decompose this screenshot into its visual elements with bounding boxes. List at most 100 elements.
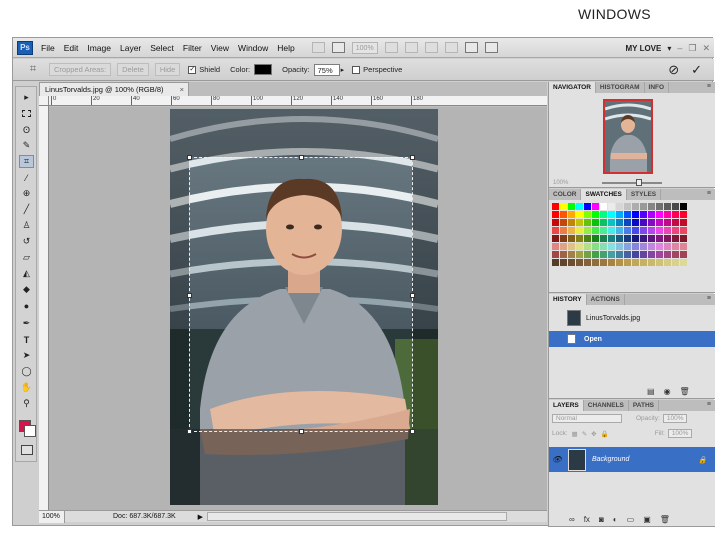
fill-field[interactable]: 100%	[667, 429, 693, 438]
color-swatch[interactable]	[600, 203, 607, 210]
layer-opacity-field[interactable]: 100%	[662, 414, 688, 423]
color-swatch[interactable]	[584, 243, 591, 250]
shape-icon[interactable]: ◯	[19, 365, 34, 378]
history-snapshot[interactable]: LinusTorvalds.jpg	[549, 310, 715, 326]
document-tab[interactable]: LinusTorvalds.jpg @ 100% (RGB/8) ×	[39, 82, 189, 96]
color-swatch[interactable]	[584, 203, 591, 210]
shield-opacity-field[interactable]: 75%	[313, 63, 340, 76]
cancel-crop-button[interactable]: ⊘	[668, 62, 679, 78]
color-swatch[interactable]	[640, 259, 647, 266]
lock-pixels-icon[interactable]: ✎	[582, 430, 587, 438]
new-group-icon[interactable]: ▭	[627, 515, 635, 524]
move-icon[interactable]: ▸	[19, 91, 34, 104]
crop-tool-preset-icon[interactable]: ⌗	[23, 62, 43, 78]
hand-tool-icon[interactable]	[384, 42, 398, 53]
menu-file[interactable]: File	[41, 43, 55, 53]
delete-option[interactable]: Delete	[117, 63, 149, 76]
color-swatch[interactable]	[576, 259, 583, 266]
horizontal-ruler[interactable]: 0 20 40 60 80 100 120 140 160 180	[49, 96, 547, 106]
tab-styles[interactable]: STYLES	[627, 189, 662, 200]
color-swatch[interactable]	[568, 203, 575, 210]
color-swatch[interactable]	[648, 211, 655, 218]
color-swatch[interactable]	[640, 227, 647, 234]
perspective-checkbox[interactable]: Perspective	[352, 65, 402, 74]
color-swatch[interactable]	[632, 211, 639, 218]
blend-mode-dropdown[interactable]: Normal	[552, 414, 622, 423]
grid-icon[interactable]	[444, 42, 458, 53]
tab-layers[interactable]: LAYERS	[549, 400, 584, 411]
panel-menu-icon[interactable]: ≡	[707, 190, 711, 197]
snapshot-icon[interactable]: ◉	[664, 387, 671, 396]
color-swatch[interactable]	[664, 251, 671, 258]
color-swatch[interactable]	[552, 243, 559, 250]
color-swatch[interactable]	[608, 243, 615, 250]
restore-button[interactable]: ❐	[688, 43, 696, 54]
status-zoom-field[interactable]: 100%	[39, 510, 65, 523]
menu-layer[interactable]: Layer	[120, 43, 141, 53]
color-swatch[interactable]	[632, 251, 639, 258]
color-swatch[interactable]	[680, 203, 687, 210]
color-swatch[interactable]	[608, 211, 615, 218]
color-swatch[interactable]	[664, 219, 671, 226]
color-swatch[interactable]	[592, 219, 599, 226]
color-swatch[interactable]	[552, 235, 559, 242]
color-swatch[interactable]	[672, 219, 679, 226]
status-menu-arrow[interactable]: ▶	[198, 513, 203, 521]
tab-actions[interactable]: ACTIONS	[587, 294, 625, 305]
layer-background[interactable]: 👁 Background 🔒	[549, 447, 715, 472]
tab-paths[interactable]: PATHS	[629, 400, 659, 411]
color-swatch[interactable]	[616, 211, 623, 218]
zoom-level-dropdown[interactable]: 100%	[351, 41, 378, 54]
color-swatch[interactable]	[576, 219, 583, 226]
color-swatch[interactable]	[640, 243, 647, 250]
screen-mode-icon[interactable]	[331, 42, 345, 53]
crop-bounding-box[interactable]	[187, 155, 415, 434]
color-swatch[interactable]	[552, 259, 559, 266]
crop-handle-bottom-right[interactable]	[410, 429, 415, 434]
chevron-down-icon[interactable]: ▾	[667, 44, 671, 53]
close-document-icon[interactable]: ×	[180, 85, 184, 94]
hand-icon[interactable]: ✋	[19, 381, 34, 394]
color-swatch[interactable]	[608, 235, 615, 242]
color-swatch[interactable]	[648, 235, 655, 242]
color-swatch[interactable]	[560, 251, 567, 258]
menu-image[interactable]: Image	[87, 43, 111, 53]
color-swatch[interactable]	[552, 251, 559, 258]
path-select-icon[interactable]: ➤	[19, 349, 34, 362]
crop-handle-bottom[interactable]	[299, 429, 304, 434]
color-swatch[interactable]	[600, 251, 607, 258]
navigator-zoom-slider[interactable]	[602, 178, 663, 186]
layer-style-icon[interactable]: fx	[584, 515, 590, 524]
color-swatch[interactable]	[560, 219, 567, 226]
tab-color[interactable]: COLOR	[549, 189, 582, 200]
color-swatch[interactable]	[568, 243, 575, 250]
color-swatch[interactable]	[576, 251, 583, 258]
rotate-view-icon[interactable]	[424, 42, 438, 53]
color-swatch[interactable]	[560, 235, 567, 242]
color-swatch[interactable]	[632, 235, 639, 242]
zoom-tool-icon[interactable]	[404, 42, 418, 53]
color-swatch[interactable]	[552, 211, 559, 218]
navigator-preview[interactable]	[603, 99, 653, 174]
color-swatch[interactable]	[568, 259, 575, 266]
color-swatch[interactable]	[624, 219, 631, 226]
marquee-icon[interactable]	[19, 107, 34, 120]
eye-icon[interactable]: 👁	[551, 455, 563, 464]
canvas-area[interactable]	[49, 107, 547, 510]
color-swatch[interactable]	[592, 235, 599, 242]
color-swatch[interactable]	[600, 219, 607, 226]
close-button[interactable]: ✕	[702, 43, 710, 54]
color-swatch[interactable]	[600, 243, 607, 250]
color-swatch[interactable]	[600, 227, 607, 234]
color-swatch[interactable]	[680, 259, 687, 266]
arrange-documents-icon[interactable]	[464, 42, 478, 53]
color-swatch[interactable]	[672, 227, 679, 234]
horizontal-scrollbar[interactable]	[207, 512, 508, 521]
history-state-open[interactable]: Open	[549, 331, 715, 347]
color-swatch[interactable]	[672, 235, 679, 242]
color-swatch[interactable]	[600, 211, 607, 218]
color-swatch[interactable]	[680, 235, 687, 242]
navigator-zoom-value[interactable]: 100%	[553, 180, 568, 186]
color-swatch[interactable]	[592, 203, 599, 210]
color-swatch[interactable]	[672, 259, 679, 266]
